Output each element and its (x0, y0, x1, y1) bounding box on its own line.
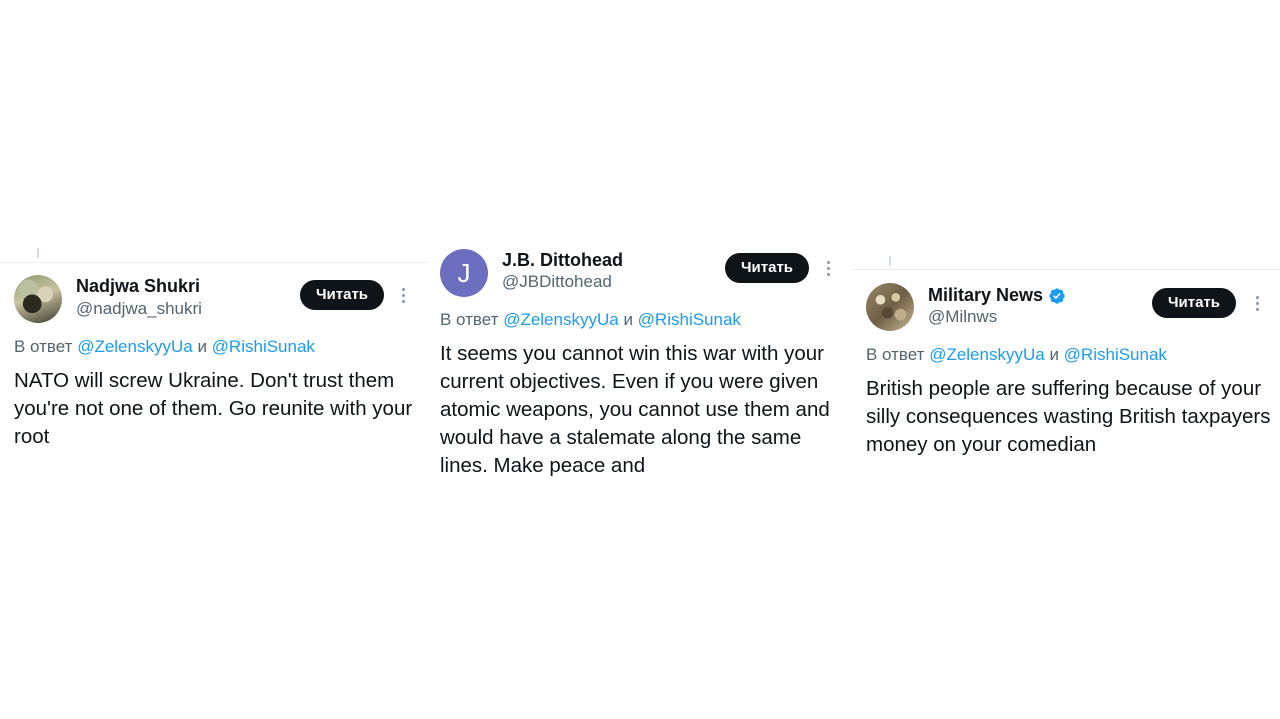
mention-zelenskyyua[interactable]: @ZelenskyyUa (929, 345, 1045, 364)
tweet-text: British people are suffering because of … (866, 377, 1271, 456)
mention-rishisunak[interactable]: @RishiSunak (1064, 345, 1167, 364)
tweet-text: It seems you cannot win this war with yo… (440, 342, 830, 477)
more-options-icon[interactable] (400, 286, 406, 306)
and-label: и (1049, 345, 1059, 364)
mention-zelenskyyua[interactable]: @ZelenskyyUa (503, 310, 619, 329)
replying-label: В ответ (14, 337, 73, 356)
follow-button[interactable]: Читать (1152, 288, 1237, 318)
screenshot-collage: Nadjwa Shukri @nadjwa_shukri Читать В от… (0, 0, 1280, 719)
replying-label: В ответ (440, 310, 499, 329)
tweet-card-2[interactable]: J J.B. Dittohead @JBDittohead Читать В о… (428, 232, 852, 482)
mention-rishisunak[interactable]: @RishiSunak (638, 310, 741, 329)
avatar-letter: J (457, 258, 471, 288)
follow-button[interactable]: Читать (300, 280, 385, 310)
replying-to: В ответ @ZelenskyyUa и @RishiSunak (14, 337, 315, 357)
replying-label: В ответ (866, 345, 925, 364)
user-handle[interactable]: @nadjwa_shukri (76, 299, 202, 319)
avatar[interactable] (14, 275, 62, 323)
thread-line (37, 248, 39, 258)
avatar[interactable] (866, 283, 914, 331)
avatar[interactable]: J (440, 249, 488, 297)
tweet-card-3[interactable]: Military News @Milnws Читать В ответ @Ze… (852, 256, 1280, 466)
user-name[interactable]: Military News (928, 285, 1066, 306)
user-handle[interactable]: @JBDittohead (502, 272, 612, 292)
replying-to: В ответ @ZelenskyyUa и @RishiSunak (440, 310, 741, 330)
and-label: и (197, 337, 207, 356)
mention-zelenskyyua[interactable]: @ZelenskyyUa (77, 337, 193, 356)
user-name-text[interactable]: J.B. Dittohead (502, 250, 623, 271)
tweet-text: NATO will screw Ukraine. Don't trust the… (14, 369, 413, 448)
user-name[interactable]: Nadjwa Shukri (76, 276, 200, 297)
tweet-card-1[interactable]: Nadjwa Shukri @nadjwa_shukri Читать В от… (0, 248, 428, 458)
thread-line (889, 256, 891, 266)
user-name-text[interactable]: Nadjwa Shukri (76, 276, 200, 297)
user-name-text[interactable]: Military News (928, 285, 1043, 306)
verified-badge-icon (1049, 287, 1065, 304)
more-options-icon[interactable] (1254, 294, 1260, 314)
follow-button[interactable]: Читать (725, 253, 810, 283)
divider (852, 269, 1280, 270)
more-options-icon[interactable] (825, 259, 831, 279)
divider (0, 262, 428, 263)
user-handle[interactable]: @Milnws (928, 307, 997, 327)
replying-to: В ответ @ZelenskyyUa и @RishiSunak (866, 345, 1167, 365)
user-name[interactable]: J.B. Dittohead (502, 250, 623, 271)
and-label: и (623, 310, 633, 329)
mention-rishisunak[interactable]: @RishiSunak (212, 337, 315, 356)
